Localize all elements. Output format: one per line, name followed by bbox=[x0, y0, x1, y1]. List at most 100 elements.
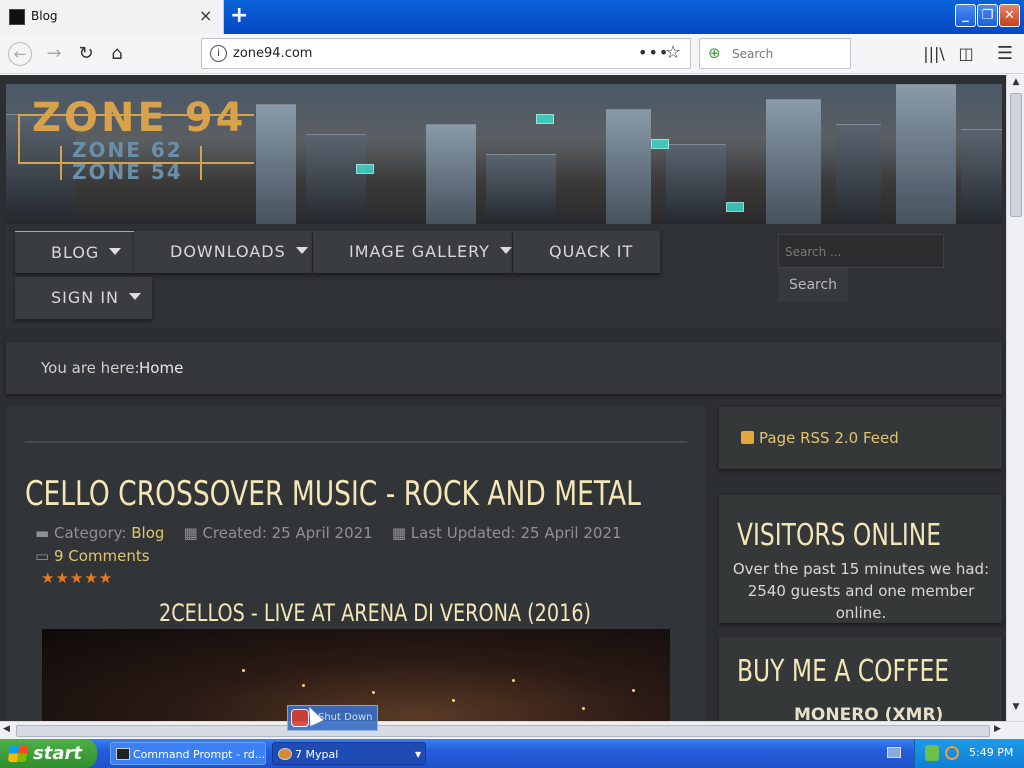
taskbar-item-label: 7 Mypal bbox=[295, 748, 339, 761]
reload-icon[interactable]: ↻ bbox=[74, 42, 98, 66]
browser-tab-blog[interactable]: Blog × bbox=[0, 0, 224, 34]
url-text[interactable]: zone94.com bbox=[233, 46, 312, 61]
keyboard-icon[interactable] bbox=[887, 747, 901, 758]
banner-building bbox=[606, 109, 651, 224]
menu-label: SIGN IN bbox=[51, 288, 120, 307]
vertical-scrollbar[interactable]: ▲ ▼ bbox=[1006, 75, 1024, 721]
horizontal-scroll-thumb[interactable] bbox=[16, 725, 990, 737]
menu-item-image-gallery[interactable]: IMAGE GALLERY bbox=[313, 231, 512, 273]
new-tab-button[interactable]: + bbox=[230, 3, 248, 28]
menu-label: BLOG bbox=[51, 243, 100, 262]
rating-stars[interactable]: ★★★★★ bbox=[41, 569, 113, 587]
banner-building bbox=[486, 154, 556, 224]
page-viewport: ZONE 94 ZONE 62 ZONE 54 BLOG DOWNLOADS I… bbox=[0, 75, 1006, 721]
site-nav: BLOG DOWNLOADS IMAGE GALLERY QUACK IT SI… bbox=[6, 224, 1002, 328]
banner-building bbox=[961, 129, 1002, 224]
article-panel: CELLO CROSSOVER MUSIC - ROCK AND METAL ▬… bbox=[6, 407, 707, 721]
comments-link[interactable]: 9 Comments bbox=[54, 547, 150, 565]
info-icon[interactable]: i bbox=[210, 45, 227, 62]
scroll-left-icon[interactable]: ◀ bbox=[3, 724, 10, 734]
shutdown-tooltip[interactable]: Shut Down bbox=[287, 705, 378, 731]
network-icon[interactable] bbox=[925, 745, 939, 761]
site-search-button[interactable]: Search bbox=[778, 268, 848, 302]
visitors-title: VISITORS ONLINE bbox=[737, 518, 942, 553]
coffee-box: BUY ME A COFFEE MONERO (XMR) bbox=[719, 637, 1002, 721]
bookmark-star-icon[interactable]: ☆ bbox=[665, 42, 681, 63]
calendar-icon: ▦ bbox=[183, 524, 198, 542]
browser-title-bar: Blog × + _ ❐ ✕ bbox=[0, 0, 1024, 34]
article-title[interactable]: CELLO CROSSOVER MUSIC - ROCK AND METAL bbox=[25, 474, 641, 514]
video-light bbox=[302, 684, 305, 687]
taskbar-item-mypal[interactable]: 7 Mypal ▼ bbox=[272, 742, 426, 765]
home-icon[interactable]: ⌂ bbox=[105, 42, 129, 66]
banner-light bbox=[726, 202, 744, 212]
breadcrumb-label: You are here: bbox=[41, 359, 140, 377]
visitors-text: Over the past 15 minutes we had: 2540 gu… bbox=[732, 560, 990, 622]
banner-building bbox=[426, 124, 476, 224]
scroll-down-icon[interactable]: ▼ bbox=[1009, 702, 1023, 716]
shutdown-label: Shut Down bbox=[318, 712, 373, 723]
category-link[interactable]: Blog bbox=[131, 524, 164, 542]
coffee-title: BUY ME A COFFEE bbox=[737, 654, 950, 689]
banner-building bbox=[766, 99, 821, 224]
url-bar[interactable]: i zone94.com ••• ☆ bbox=[201, 38, 691, 69]
tab-title: Blog bbox=[31, 9, 58, 23]
site-logo-sub: ZONE 62 bbox=[72, 138, 183, 162]
sidebar-icon[interactable]: ◫ bbox=[954, 42, 978, 66]
browser-search-input[interactable]: ⊕ Search bbox=[699, 38, 851, 69]
vertical-scroll-thumb[interactable] bbox=[1010, 93, 1022, 217]
breadcrumb: You are here: Home bbox=[6, 342, 1002, 394]
search-tray-icon[interactable] bbox=[945, 746, 959, 760]
breadcrumb-home-link[interactable]: Home bbox=[139, 359, 183, 377]
video-light bbox=[632, 689, 635, 692]
window-close-button[interactable]: ✕ bbox=[999, 4, 1020, 27]
rss-feed-link[interactable]: Page RSS 2.0 Feed bbox=[759, 429, 899, 447]
menu-item-blog[interactable]: BLOG bbox=[15, 231, 134, 273]
site-search-input[interactable]: Search ... bbox=[778, 234, 944, 268]
site-logo-sub: ZONE 54 bbox=[72, 160, 183, 184]
library-icon[interactable]: |||\ bbox=[922, 42, 946, 66]
banner-building bbox=[666, 144, 726, 224]
menu-label: DOWNLOADS bbox=[170, 242, 286, 261]
calendar-icon: ▦ bbox=[391, 524, 406, 542]
menu-item-sign-in[interactable]: SIGN IN bbox=[15, 277, 152, 319]
banner-building bbox=[836, 124, 881, 224]
menu-icon[interactable]: ☰ bbox=[993, 42, 1017, 66]
site-banner[interactable]: ZONE 94 ZONE 62 ZONE 54 bbox=[6, 84, 1002, 224]
clock[interactable]: 5:49 PM bbox=[969, 746, 1013, 759]
video-light bbox=[582, 707, 585, 710]
created-date: Created: 25 April 2021 bbox=[202, 524, 373, 542]
taskbar-item-command-prompt[interactable]: Command Prompt - rd... bbox=[110, 742, 266, 765]
comment-icon: ▭ bbox=[35, 547, 50, 565]
banner-light bbox=[356, 164, 374, 174]
forward-icon[interactable]: → bbox=[42, 42, 66, 66]
site-favicon-icon bbox=[9, 9, 25, 25]
site-logo[interactable]: ZONE 94 bbox=[32, 95, 246, 141]
maximize-button[interactable]: ❐ bbox=[977, 4, 998, 27]
scroll-up-icon[interactable]: ▲ bbox=[1009, 77, 1023, 91]
chevron-down-icon: ▼ bbox=[415, 750, 422, 759]
command-prompt-icon bbox=[116, 748, 130, 760]
banner-building bbox=[256, 104, 296, 224]
menu-item-downloads[interactable]: DOWNLOADS bbox=[134, 231, 312, 273]
banner-light bbox=[651, 139, 669, 149]
tab-close-icon[interactable]: × bbox=[199, 6, 212, 25]
search-icon: ⊕ bbox=[708, 44, 721, 62]
chevron-down-icon bbox=[499, 247, 512, 254]
updated-date: Last Updated: 25 April 2021 bbox=[410, 524, 622, 542]
windows-flag-icon bbox=[7, 745, 29, 762]
start-button[interactable]: start bbox=[0, 739, 97, 768]
coffee-subtitle: MONERO (XMR) bbox=[794, 705, 944, 721]
horizontal-scrollbar[interactable]: ◀ ▶ bbox=[0, 721, 1024, 739]
taskbar: start Command Prompt - rd... 7 Mypal ▼ 5… bbox=[0, 739, 1024, 768]
banner-building bbox=[306, 134, 366, 224]
menu-item-quack-it[interactable]: QUACK IT bbox=[513, 231, 660, 273]
taskbar-item-label: Command Prompt - rd... bbox=[133, 748, 266, 761]
chevron-down-icon bbox=[129, 293, 142, 300]
mypal-icon bbox=[278, 748, 292, 760]
menu-label: QUACK IT bbox=[549, 242, 634, 261]
video-light bbox=[512, 679, 515, 682]
scroll-right-icon[interactable]: ▶ bbox=[994, 724, 1001, 734]
back-icon[interactable]: ← bbox=[8, 42, 32, 66]
minimize-button[interactable]: _ bbox=[955, 4, 976, 27]
